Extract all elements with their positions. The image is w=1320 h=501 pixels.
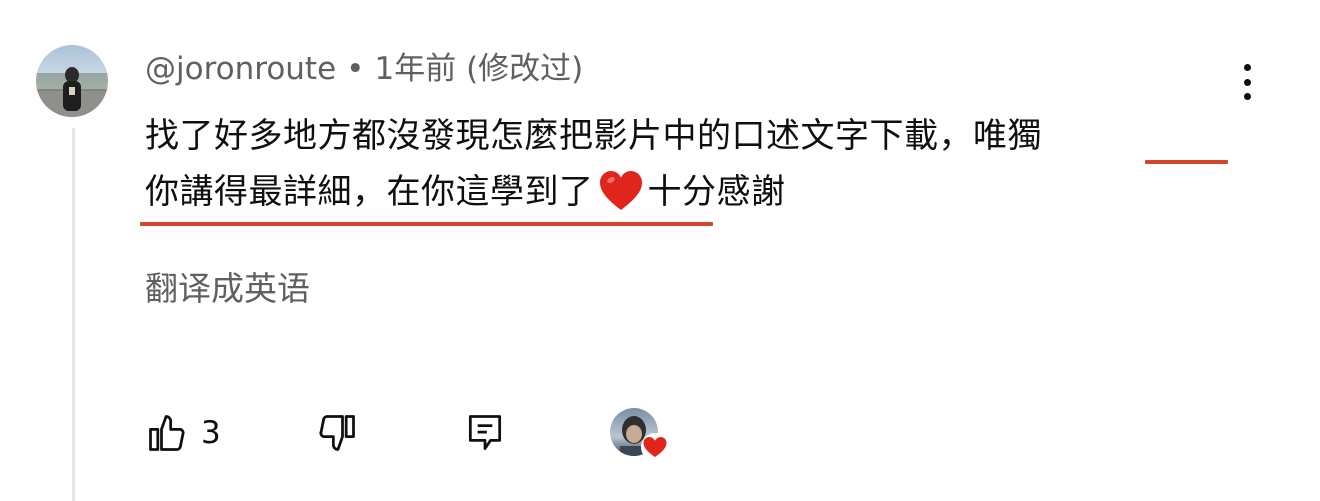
author-name[interactable]: @joronroute xyxy=(145,51,336,87)
comment-line-2-end: 十分感謝 xyxy=(647,172,786,212)
author-avatar[interactable] xyxy=(36,45,108,117)
annotation-underline-2 xyxy=(140,222,713,226)
comment-time[interactable]: 1年前 xyxy=(374,51,456,87)
comment-line-2: 你講得最詳細，在你這學到了 十分感謝 xyxy=(145,164,1265,220)
reply-group xyxy=(463,404,507,462)
comment-line-2-start: 你講得最詳細，在你這學到了 xyxy=(145,172,594,212)
like-count: 3 xyxy=(201,415,221,451)
like-group: 3 xyxy=(145,404,221,462)
comment-line-1: 找了好多地方都沒發現怎麼把影片中的口述文字下載，唯獨 xyxy=(145,116,1042,156)
comment-text: 找了好多地方都沒發現怎麼把影片中的口述文字下載，唯獨 你講得最詳細，在你這學到了… xyxy=(145,108,1265,220)
thumb-up-icon[interactable] xyxy=(145,411,189,455)
translate-button[interactable]: 翻译成英语 xyxy=(145,266,310,312)
comment-icon[interactable] xyxy=(463,411,507,455)
thread-line xyxy=(72,128,75,501)
annotation-underline-1 xyxy=(1145,160,1228,164)
red-heart-emoji xyxy=(599,171,642,210)
avatar-photo xyxy=(36,67,108,117)
more-vertical-icon[interactable] xyxy=(1232,60,1262,104)
creator-heart-icon xyxy=(641,433,669,461)
comment-header: @joronroute • 1年前 (修改过) xyxy=(145,47,583,91)
edited-label: (修改过) xyxy=(466,51,584,87)
thumb-down-icon[interactable] xyxy=(315,411,359,455)
dislike-group xyxy=(315,404,359,462)
separator-dot: • xyxy=(346,51,365,87)
